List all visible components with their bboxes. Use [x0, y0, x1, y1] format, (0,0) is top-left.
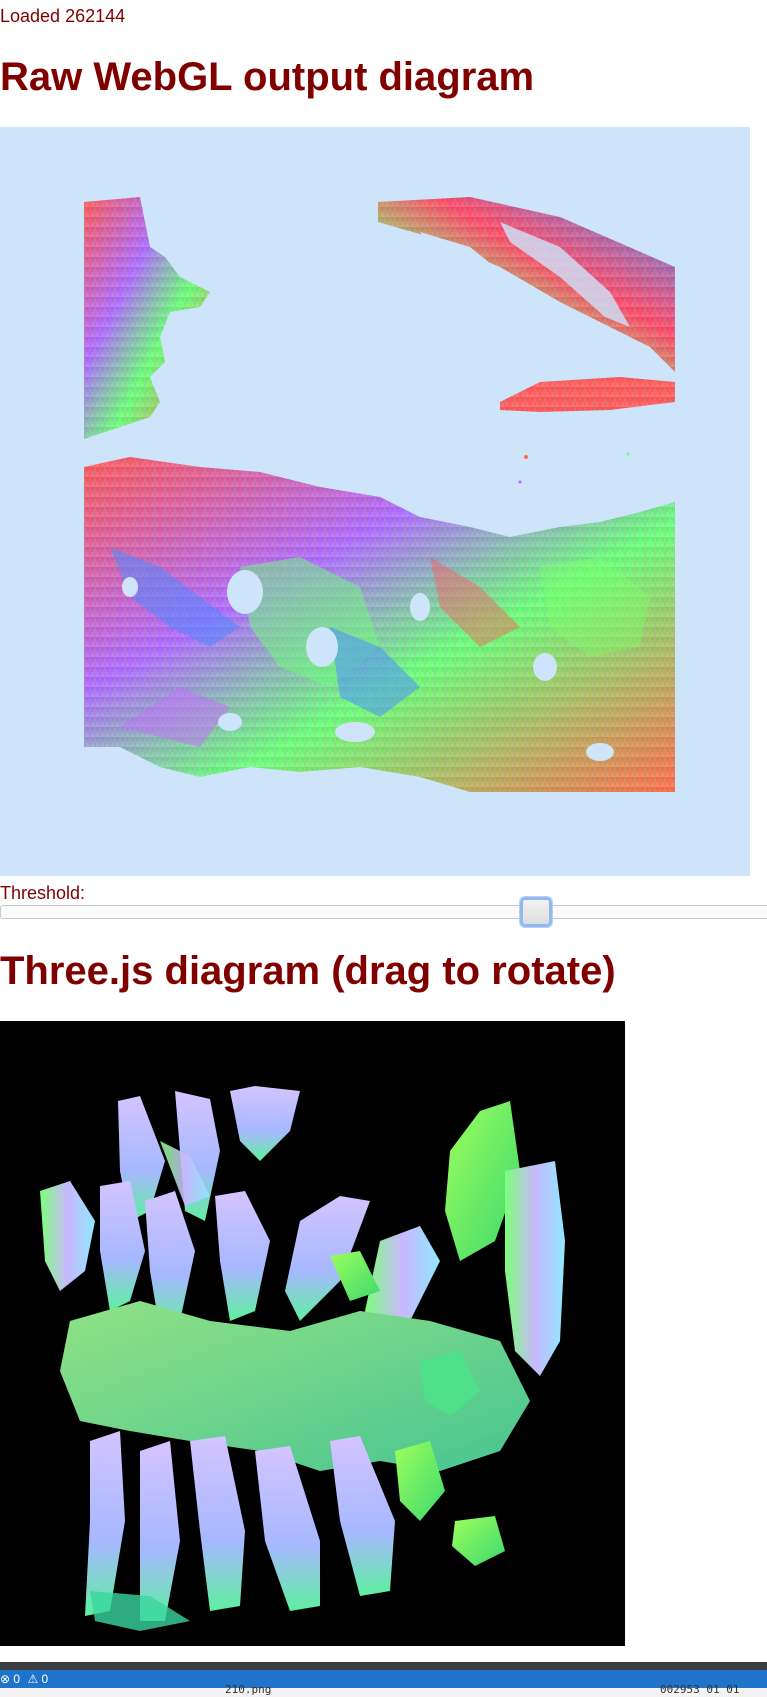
editor-status-bar: ⊗ 0 ⚠ 0 210.png 002953 01 01 [0, 1662, 767, 1697]
threshold-slider-track[interactable] [0, 905, 767, 919]
threejs-surface [40, 1086, 565, 1631]
error-circle-icon: ⊗ [0, 1672, 11, 1686]
errors-count: 0 [13, 1672, 21, 1686]
threejs-heading: Three.js diagram (drag to rotate) [0, 949, 616, 993]
problems-indicator[interactable]: ⊗ 0 ⚠ 0 [0, 1670, 767, 1688]
warning-triangle-icon: ⚠ [27, 1672, 39, 1686]
threshold-label: Threshold: [0, 883, 86, 903]
file-name[interactable]: 210.png [225, 1684, 271, 1695]
threshold-slider-thumb[interactable] [520, 897, 552, 927]
warnings-count: 0 [41, 1672, 49, 1686]
raw-webgl-heading: Raw WebGL output diagram [0, 55, 535, 99]
editor-panel-edge [0, 1662, 767, 1670]
threejs-canvas[interactable] [0, 1021, 625, 1646]
editor-file-strip: 210.png 002953 01 01 [0, 1684, 767, 1697]
loaded-status: Loaded 262144 [0, 6, 126, 26]
position-readout: 002953 01 01 [660, 1683, 740, 1696]
raw-webgl-canvas[interactable] [0, 127, 750, 876]
